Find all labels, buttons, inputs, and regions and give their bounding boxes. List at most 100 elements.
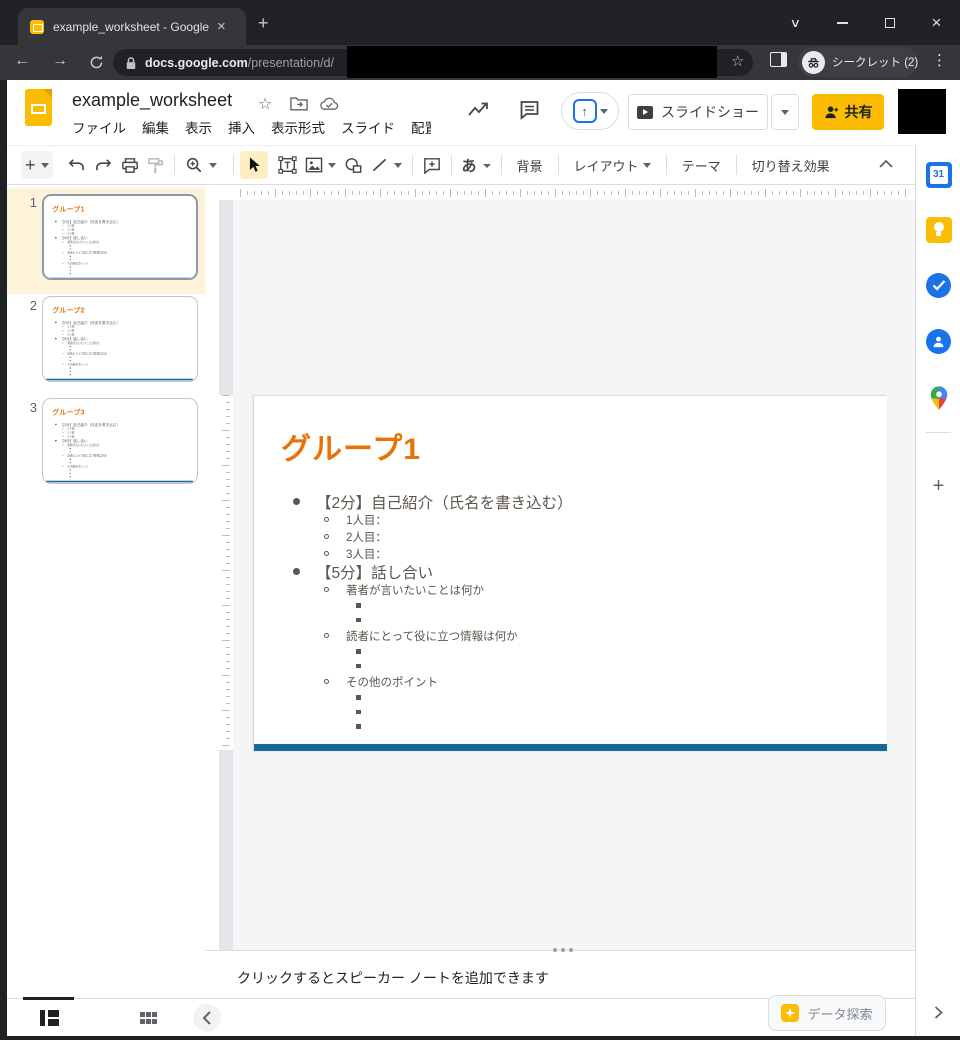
slides-logo-icon[interactable] <box>25 89 52 126</box>
bullet-disc-icon <box>55 322 57 324</box>
redo-icon[interactable] <box>90 151 117 179</box>
bullet-square-icon <box>70 374 71 375</box>
slide-number: 2 <box>15 298 37 313</box>
explore-label: データ探索 <box>807 1004 872 1023</box>
new-slide-button[interactable]: + <box>21 151 53 179</box>
menu-edit[interactable]: 編集 <box>142 117 169 137</box>
bullet-square-icon <box>70 448 71 449</box>
select-tool-icon[interactable] <box>240 151 268 179</box>
tasks-icon[interactable] <box>925 272 952 299</box>
forward-icon[interactable]: → <box>52 52 68 70</box>
activity-trend-icon[interactable] <box>465 98 491 122</box>
zoom-icon[interactable] <box>181 151 221 179</box>
menu-view[interactable]: 表示 <box>185 117 212 137</box>
bullet-item-empty <box>356 705 573 720</box>
browser-titlebar: example_worksheet - Google スラ × + ∨ × <box>0 0 960 45</box>
add-addon-icon[interactable]: + <box>916 475 960 498</box>
slide-editor[interactable]: グループ1 【2分】自己紹介（氏名を書き込む） 1人目： 2人目： 3人目： 【… <box>253 395 886 750</box>
slide-bullet-list[interactable]: 【2分】自己紹介（氏名を書き込む） 1人目： 2人目： 3人目： 【5分】話し合… <box>55 219 120 275</box>
slide-bullet-list[interactable]: 【2分】自己紹介（氏名を書き込む） 1人目： 2人目： 3人目： 【5分】話し合… <box>55 320 120 376</box>
reload-icon[interactable] <box>88 54 105 71</box>
slide-bullet-list[interactable]: 【2分】自己紹介（氏名を書き込む） 1人目： 2人目： 3人目： 【5分】話し合… <box>293 492 573 734</box>
transition-button[interactable]: 切り替え効果 <box>743 151 839 179</box>
bullet-square-icon <box>70 476 71 477</box>
collapse-menus-icon[interactable] <box>879 159 893 168</box>
bookmark-star-icon[interactable]: ☆ <box>731 52 744 70</box>
move-folder-icon[interactable] <box>290 96 308 111</box>
menu-slide[interactable]: スライド <box>341 117 395 137</box>
bullet-item: その他のポイント <box>324 673 573 690</box>
print-icon[interactable] <box>117 151 143 179</box>
insert-comment-icon[interactable] <box>419 151 445 179</box>
insert-line-icon[interactable] <box>367 151 406 179</box>
slide-title[interactable]: グループ1 <box>281 424 421 468</box>
back-icon[interactable]: ← <box>14 52 30 70</box>
contacts-icon[interactable] <box>925 328 952 355</box>
insert-shape-icon[interactable] <box>340 151 367 179</box>
expand-panel-icon[interactable] <box>925 999 952 1026</box>
url-redaction <box>347 46 717 78</box>
menu-insert[interactable]: 挿入 <box>228 117 255 137</box>
menu-format[interactable]: 表示形式 <box>271 117 325 137</box>
speaker-notes-panel[interactable]: クリックするとスピーカー ノートを追加できます <box>205 950 915 998</box>
slide-thumbnail-1[interactable]: グループ1 【2分】自己紹介（氏名を書き込む） 1人目： 2人目： 3人目： 【… <box>42 194 198 280</box>
share-button[interactable]: 共有 <box>812 94 884 130</box>
document-title[interactable]: example_worksheet <box>72 90 232 111</box>
maximize-button[interactable] <box>866 0 913 45</box>
slide-filmstrip: 1 グループ1 【2分】自己紹介（氏名を書き込む） 1人目： 2人目： 3人目：… <box>7 185 205 998</box>
bullet-circle-icon <box>324 517 329 522</box>
notes-resize-handle-icon[interactable] <box>553 948 573 952</box>
bullet-disc-icon <box>55 338 57 340</box>
bullet-circle-icon <box>324 587 329 592</box>
minimize-button[interactable] <box>819 0 866 45</box>
collapse-filmstrip-icon[interactable] <box>193 1004 221 1032</box>
bullet-item: 1人目： <box>324 511 573 528</box>
bullet-item-empty <box>70 475 120 478</box>
slide-title[interactable]: グループ3 <box>52 406 84 416</box>
filmstrip-view-icon[interactable] <box>40 1010 59 1026</box>
notes-placeholder[interactable]: クリックするとスピーカー ノートを追加できます <box>237 968 549 988</box>
slide-thumbnail-3[interactable]: グループ3 【2分】自己紹介（氏名を書き込む） 1人目： 2人目： 3人目： 【… <box>42 398 198 484</box>
slide-content: グループ1 【2分】自己紹介（氏名を書き込む） 1人目： 2人目： 3人目： 【… <box>254 396 887 751</box>
maps-icon[interactable] <box>925 384 952 411</box>
close-button[interactable]: × <box>913 0 960 45</box>
bullet-circle-icon <box>62 326 63 327</box>
tab-search-icon[interactable]: ∨ <box>772 0 819 45</box>
bullet-item-empty <box>356 644 573 659</box>
text-box-icon[interactable] <box>274 151 301 179</box>
present-caret-icon[interactable] <box>600 109 608 118</box>
star-document-icon[interactable]: ☆ <box>258 94 272 114</box>
menu-file[interactable]: ファイル <box>72 117 126 137</box>
browser-tab[interactable]: example_worksheet - Google スラ × <box>18 8 246 45</box>
slide-title[interactable]: グループ1 <box>52 203 84 213</box>
grid-view-icon[interactable] <box>140 1012 157 1024</box>
present-button[interactable]: ↑ <box>561 92 619 130</box>
browser-menu-icon[interactable]: ⋮ <box>932 51 947 69</box>
share-person-icon <box>824 105 839 119</box>
slide-bullet-list[interactable]: 【2分】自己紹介（氏名を書き込む） 1人目： 2人目： 3人目： 【5分】話し合… <box>55 422 120 478</box>
background-button[interactable]: 背景 <box>508 151 552 179</box>
slideshow-options-button[interactable] <box>771 94 799 130</box>
insert-image-icon[interactable] <box>301 151 340 179</box>
slide-title[interactable]: グループ2 <box>52 304 84 314</box>
slide-thumbnail-2[interactable]: グループ2 【2分】自己紹介（氏名を書き込む） 1人目： 2人目： 3人目： 【… <box>42 296 198 382</box>
slideshow-button[interactable]: スライドショー <box>628 94 768 130</box>
undo-icon[interactable] <box>63 151 90 179</box>
bullet-circle-icon <box>62 225 63 226</box>
bullet-square-icon <box>70 371 71 372</box>
explore-button[interactable]: データ探索 <box>768 995 886 1031</box>
window-frame-left <box>0 80 7 1040</box>
account-avatar[interactable] <box>898 89 946 134</box>
new-tab-button[interactable]: + <box>258 14 269 32</box>
input-tools-button[interactable]: あ <box>458 151 495 179</box>
incognito-badge[interactable]: シークレット (2) <box>798 47 918 77</box>
side-panel-icon[interactable] <box>770 52 787 67</box>
calendar-icon[interactable]: 31 <box>925 161 952 188</box>
paint-format-icon[interactable] <box>143 151 168 179</box>
slide-thumbnail-preview: グループ3 【2分】自己紹介（氏名を書き込む） 1人目： 2人目： 3人目： 【… <box>46 400 193 482</box>
tab-close-icon[interactable]: × <box>217 18 226 35</box>
theme-button[interactable]: テーマ <box>673 151 730 179</box>
keep-icon[interactable] <box>925 216 952 243</box>
layout-button[interactable]: レイアウト <box>565 151 660 179</box>
comment-history-icon[interactable] <box>517 98 542 122</box>
